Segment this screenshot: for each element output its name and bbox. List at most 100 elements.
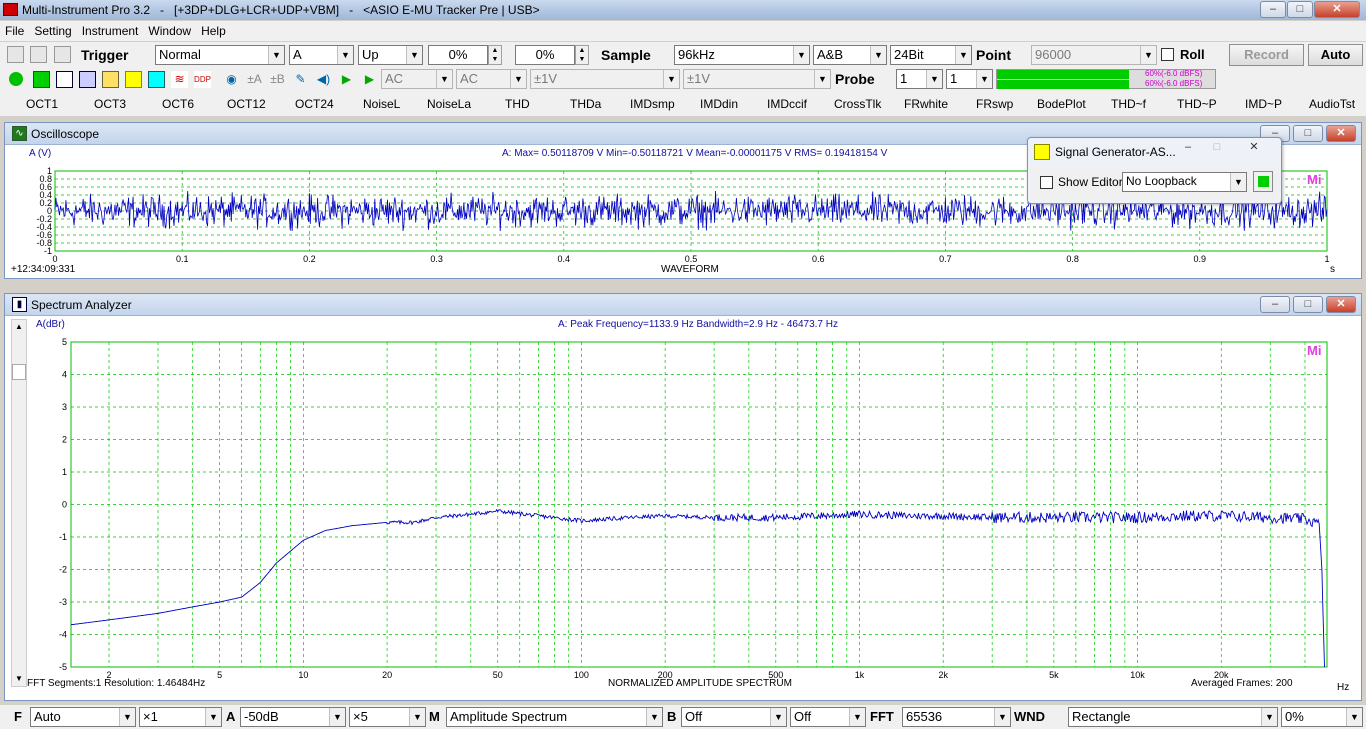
- close-button[interactable]: ✕: [1314, 1, 1360, 18]
- probe-a-select[interactable]: 1 ▼: [896, 69, 943, 89]
- sweep-icon[interactable]: ≋: [171, 71, 188, 88]
- spec-footer-right: Averaged Frames: 200: [1191, 678, 1293, 689]
- fn-button-audiotst[interactable]: AudioTst: [1309, 97, 1355, 111]
- trigger-level-input[interactable]: 0%: [428, 45, 488, 65]
- siggen-minimize-button[interactable]: –: [1175, 140, 1201, 157]
- fn-button-oct6[interactable]: OCT6: [162, 97, 194, 111]
- b-mode1-select[interactable]: Off ▼: [681, 707, 787, 727]
- channels-select[interactable]: A&B ▼: [813, 45, 887, 65]
- fn-button-oct24[interactable]: OCT24: [295, 97, 334, 111]
- record-dot-icon[interactable]: [9, 72, 23, 86]
- fn-button-imdccif[interactable]: IMDccif: [767, 97, 807, 111]
- record-button[interactable]: Record: [1229, 44, 1304, 66]
- phase-icon[interactable]: [102, 71, 119, 88]
- fn-button-thd-p[interactable]: THD~P: [1177, 97, 1217, 111]
- spectrogram-icon[interactable]: [79, 71, 96, 88]
- range-b-value: ±1V: [687, 71, 711, 86]
- menu-file[interactable]: File: [0, 21, 29, 41]
- trigger-delay-input[interactable]: 0%: [515, 45, 575, 65]
- disk-icon[interactable]: [30, 46, 47, 63]
- trigger-edge-select[interactable]: Up ▼: [358, 45, 423, 65]
- fn-button-oct12[interactable]: OCT12: [227, 97, 266, 111]
- loopback-select[interactable]: No Loopback ▼: [1122, 172, 1247, 192]
- spectrum-analyzer-window: ▮ Spectrum Analyzer – □ ✕ ▲ ▼ A(dBr) A: …: [4, 293, 1362, 701]
- fn-button-frswp[interactable]: FRswp: [976, 97, 1013, 111]
- multiplier-select[interactable]: ×1 ▼: [139, 707, 222, 727]
- maximize-button[interactable]: □: [1287, 1, 1313, 18]
- fn-button-thda[interactable]: THDa: [570, 97, 601, 111]
- b-mode1-value: Off: [685, 709, 703, 724]
- point-select[interactable]: 96000 ▼: [1031, 45, 1157, 65]
- fft-size-select[interactable]: 65536 ▼: [902, 707, 1011, 727]
- menu-window[interactable]: Window: [143, 21, 196, 41]
- trigger-level-spinner[interactable]: ▲ ▼: [488, 45, 502, 65]
- fn-button-frwhite[interactable]: FRwhite: [904, 97, 948, 111]
- fn-button-thd-f[interactable]: THD~f: [1111, 97, 1146, 111]
- menu-instrument[interactable]: Instrument: [77, 21, 144, 41]
- sample-rate-select[interactable]: 96kHz ▼: [674, 45, 810, 65]
- a-mult-select[interactable]: ×5 ▼: [349, 707, 426, 727]
- menu-setting[interactable]: Setting: [29, 21, 76, 41]
- fn-button-imddin[interactable]: IMDdin: [700, 97, 738, 111]
- cal-b-icon[interactable]: ±B: [269, 71, 286, 88]
- generator-start-button[interactable]: [1253, 171, 1273, 192]
- b-mode2-select[interactable]: Off ▼: [790, 707, 866, 727]
- m-mode-select[interactable]: Amplitude Spectrum ▼: [446, 707, 663, 727]
- fn-button-imd-p[interactable]: IMD~P: [1245, 97, 1282, 111]
- print-icon[interactable]: [54, 46, 71, 63]
- fn-button-noisela[interactable]: NoiseLa: [427, 97, 471, 111]
- bit-depth-select[interactable]: 24Bit ▼: [890, 45, 972, 65]
- wnd-type-select[interactable]: Rectangle ▼: [1068, 707, 1278, 727]
- chevron-down-icon: ▼: [1140, 46, 1156, 64]
- minimize-button[interactable]: –: [1260, 1, 1286, 18]
- a-mult-value: ×5: [353, 709, 368, 724]
- probe-label: Probe: [835, 71, 875, 87]
- green-square-icon: [1258, 176, 1269, 187]
- roll-checkbox[interactable]: [1161, 48, 1174, 61]
- a-range-select[interactable]: -50dB ▼: [240, 707, 346, 727]
- spectrum-plot[interactable]: 543210-1-2-3-4-52 5 10 20 50 100 200 500 1k 2k 5k 1…: [5, 294, 1361, 700]
- coupling-a-select[interactable]: AC ▼: [381, 69, 453, 89]
- speaker-icon[interactable]: ◀): [315, 71, 332, 88]
- range-b-select[interactable]: ±1V ▼: [683, 69, 831, 89]
- calibration-icon[interactable]: ◉: [223, 71, 240, 88]
- menu-help[interactable]: Help: [196, 21, 231, 41]
- chevron-down-icon: ▼: [268, 46, 284, 64]
- tool-icon[interactable]: ✎: [292, 71, 309, 88]
- output-icon[interactable]: [148, 71, 165, 88]
- wnd-label: WND: [1014, 709, 1046, 724]
- coupling-b-select[interactable]: AC ▼: [456, 69, 527, 89]
- probe-b-select[interactable]: 1 ▼: [946, 69, 993, 89]
- fn-button-oct3[interactable]: OCT3: [94, 97, 126, 111]
- fn-button-thd[interactable]: THD: [505, 97, 530, 111]
- sample-label: Sample: [601, 47, 651, 63]
- osc-x-tick: 1: [1324, 254, 1329, 264]
- spectrum-icon[interactable]: [56, 71, 73, 88]
- play-icon[interactable]: ▶: [338, 71, 355, 88]
- fn-button-bodeplot[interactable]: BodePlot: [1037, 97, 1086, 111]
- trigger-mode-select[interactable]: Normal ▼: [155, 45, 285, 65]
- siggen-maximize-button[interactable]: □: [1204, 140, 1230, 157]
- overlap-value: 0%: [1285, 709, 1304, 724]
- fn-button-imdsmp[interactable]: IMDsmp: [630, 97, 675, 111]
- trigger-channel-select[interactable]: A ▼: [289, 45, 354, 65]
- play-once-icon[interactable]: ▶: [361, 71, 378, 88]
- cal-a-icon[interactable]: ±A: [246, 71, 263, 88]
- show-editor-checkbox[interactable]: [1040, 176, 1053, 189]
- siggen-close-button[interactable]: ✕: [1234, 140, 1274, 157]
- osc-x-tick: 0.1: [176, 254, 189, 264]
- overlap-select[interactable]: 0% ▼: [1281, 707, 1363, 727]
- fn-button-crosstlk[interactable]: CrossTlk: [834, 97, 881, 111]
- meter-a-label: 60%(-6.0 dBFS): [1145, 69, 1203, 78]
- range-a-select[interactable]: ±1V ▼: [530, 69, 680, 89]
- oscilloscope-icon[interactable]: [33, 71, 50, 88]
- ddp-icon[interactable]: DDP: [194, 71, 211, 88]
- fn-button-noisel[interactable]: NoiseL: [363, 97, 400, 111]
- trigger-delay-spinner[interactable]: ▲ ▼: [575, 45, 589, 65]
- fn-button-oct1[interactable]: OCT1: [26, 97, 58, 111]
- auto-button[interactable]: Auto: [1308, 44, 1363, 66]
- b-mode2-value: Off: [794, 709, 812, 724]
- generator-icon[interactable]: [125, 71, 142, 88]
- save-icon[interactable]: [7, 46, 24, 63]
- window-mode-select[interactable]: Auto ▼: [30, 707, 136, 727]
